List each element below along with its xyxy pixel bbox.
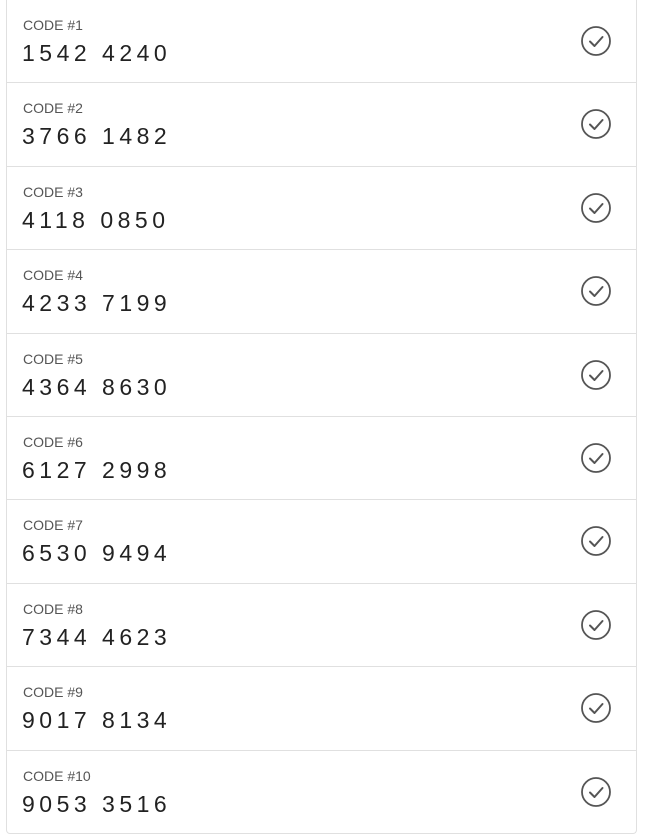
code-value: 3766 1482 [22, 123, 172, 150]
code-value: 6530 9494 [22, 540, 172, 567]
code-value: 4233 7199 [22, 290, 172, 317]
code-row-1: CODE #1 1542 4240 [7, 0, 636, 84]
code-row-2: CODE #2 3766 1482 [7, 83, 636, 167]
code-label: CODE #3 [23, 183, 83, 200]
code-value: 6127 2998 [22, 456, 172, 483]
backup-codes-list: CODE #1 1542 4240 CODE #2 3766 1482 CODE… [6, 0, 637, 834]
code-label: CODE #6 [23, 433, 83, 450]
code-row-8: CODE #8 7344 4623 [7, 584, 636, 668]
check-circle-icon [580, 108, 612, 140]
check-circle-icon [580, 192, 612, 224]
code-label: CODE #7 [23, 517, 83, 534]
code-label: CODE #2 [23, 100, 83, 117]
code-row-6: CODE #6 6127 2998 [7, 417, 636, 501]
check-circle-icon [580, 275, 612, 307]
code-label: CODE #8 [23, 600, 83, 617]
code-value: 4118 0850 [22, 206, 170, 233]
code-row-4: CODE #4 4233 7199 [7, 250, 636, 334]
code-value: 9053 3516 [22, 790, 172, 817]
code-value: 7344 4623 [22, 623, 172, 650]
check-circle-icon [580, 442, 612, 474]
code-row-5: CODE #5 4364 8630 [7, 334, 636, 417]
code-value: 1542 4240 [22, 40, 172, 66]
code-value: 4364 8630 [22, 373, 172, 400]
check-circle-icon [580, 25, 612, 57]
code-row-7: CODE #7 6530 9494 [7, 500, 636, 584]
code-label: CODE #9 [23, 684, 83, 701]
code-row-3: CODE #3 4118 0850 [7, 167, 636, 251]
check-circle-icon [580, 692, 612, 724]
check-circle-icon [580, 609, 612, 641]
code-label: CODE #10 [23, 767, 91, 784]
code-label: CODE #5 [23, 350, 83, 367]
check-circle-icon [580, 359, 612, 391]
code-row-9: CODE #9 9017 8134 [7, 667, 636, 751]
code-row-10: CODE #10 9053 3516 [7, 751, 636, 834]
check-circle-icon [580, 525, 612, 557]
code-label: CODE #1 [23, 17, 83, 33]
code-value: 9017 8134 [22, 707, 172, 734]
code-label: CODE #4 [23, 267, 83, 284]
check-circle-icon [580, 776, 612, 808]
